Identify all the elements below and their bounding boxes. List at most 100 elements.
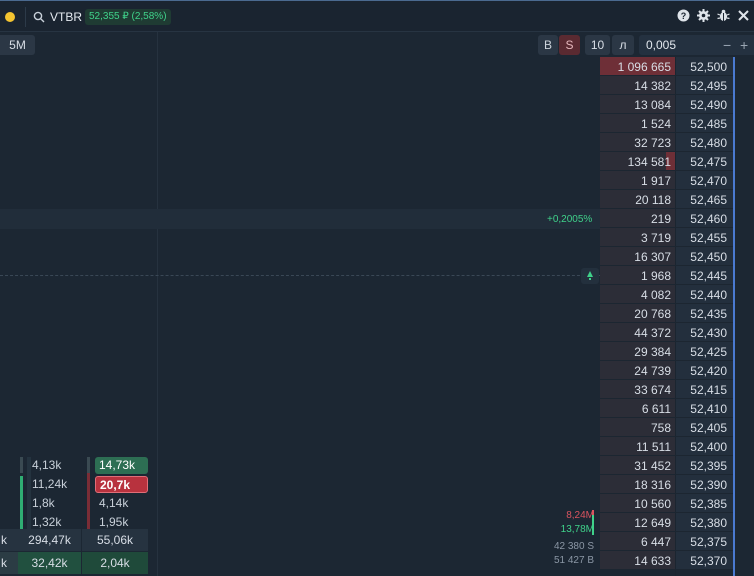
orderbook-row[interactable]: 33 674 52,415 xyxy=(600,380,754,399)
volume-cell[interactable]: 6 447 xyxy=(600,532,675,551)
price-step-value[interactable]: 0,005 xyxy=(646,38,676,52)
ticker-symbol[interactable]: VTBR xyxy=(50,10,82,24)
volume-cell[interactable]: 20 768 xyxy=(600,304,675,323)
help-icon[interactable]: ? xyxy=(677,9,690,22)
price-cell[interactable]: 52,385 xyxy=(676,494,734,513)
orderbook-row[interactable]: 44 372 52,430 xyxy=(600,323,754,342)
step-decrease-button[interactable]: − xyxy=(723,35,731,55)
volume-cell[interactable]: 219 xyxy=(600,209,675,228)
price-cell[interactable]: 52,470 xyxy=(676,171,734,190)
orderbook-row[interactable]: 11 511 52,400 xyxy=(600,437,754,456)
volume-cell[interactable]: 134 581 xyxy=(600,152,675,171)
cluster-cell[interactable]: 14,73k xyxy=(95,457,148,474)
orderbook-row[interactable]: 20 768 52,435 xyxy=(600,304,754,323)
search-icon[interactable] xyxy=(33,11,45,23)
price-cell[interactable]: 52,475 xyxy=(676,152,734,171)
orderbook-row[interactable]: 219 52,460 xyxy=(600,209,754,228)
price-cell[interactable]: 52,490 xyxy=(676,95,734,114)
volume-cell[interactable]: 1 968 xyxy=(600,266,675,285)
cluster-cell[interactable]: 20,7k xyxy=(95,476,148,493)
orderbook-row[interactable]: 134 581 52,475 xyxy=(600,152,754,171)
orderbook-row[interactable]: 1 096 665 52,500 xyxy=(600,57,754,76)
price-cell[interactable]: 52,440 xyxy=(676,285,734,304)
cluster-cell[interactable]: 4,13k xyxy=(32,457,82,474)
sell-mode-button[interactable]: S xyxy=(559,35,580,55)
orderbook-row[interactable]: 31 452 52,395 xyxy=(600,456,754,475)
price-cell[interactable]: 52,500 xyxy=(676,57,734,76)
orderbook-row[interactable]: 14 382 52,495 xyxy=(600,76,754,95)
volume-cell[interactable]: 18 316 xyxy=(600,475,675,494)
volume-cell[interactable]: 11 511 xyxy=(600,437,675,456)
orderbook-row[interactable]: 12 649 52,380 xyxy=(600,513,754,532)
volume-cell[interactable]: 4 082 xyxy=(600,285,675,304)
volume-cell[interactable]: 13 084 xyxy=(600,95,675,114)
timeframe-button[interactable]: 5M xyxy=(0,35,35,55)
price-cell[interactable]: 52,445 xyxy=(676,266,734,285)
volume-cell[interactable]: 16 307 xyxy=(600,247,675,266)
price-cell[interactable]: 52,420 xyxy=(676,361,734,380)
volume-cell[interactable]: 32 723 xyxy=(600,133,675,152)
price-cell[interactable]: 52,460 xyxy=(676,209,734,228)
lot-size-button[interactable]: 10 xyxy=(585,35,610,55)
volume-cell[interactable]: 6 611 xyxy=(600,399,675,418)
volume-cell[interactable]: 44 372 xyxy=(600,323,675,342)
volume-cell[interactable]: 29 384 xyxy=(600,342,675,361)
bug-icon[interactable] xyxy=(717,9,730,22)
orderbook-row[interactable]: 20 118 52,465 xyxy=(600,190,754,209)
orderbook-row[interactable]: 3 719 52,455 xyxy=(600,228,754,247)
orderbook-row[interactable]: 24 739 52,420 xyxy=(600,361,754,380)
price-step-field[interactable]: 0,005 − + xyxy=(639,35,754,55)
price-cell[interactable]: 52,480 xyxy=(676,133,734,152)
volume-cell[interactable]: 3 719 xyxy=(600,228,675,247)
volume-cell[interactable]: 20 118 xyxy=(600,190,675,209)
price-cell[interactable]: 52,415 xyxy=(676,380,734,399)
orderbook-row[interactable]: 13 084 52,490 xyxy=(600,95,754,114)
orderbook-row[interactable]: 29 384 52,425 xyxy=(600,342,754,361)
close-icon[interactable] xyxy=(737,9,750,22)
orderbook-row[interactable]: 1 524 52,485 xyxy=(600,114,754,133)
status-dot[interactable] xyxy=(5,12,15,22)
price-cell[interactable]: 52,495 xyxy=(676,76,734,95)
lot-unit-button[interactable]: л xyxy=(612,35,634,55)
price-cell[interactable]: 52,410 xyxy=(676,399,734,418)
cluster-cell[interactable]: 4,14k xyxy=(95,495,148,512)
orderbook-row[interactable]: 6 611 52,410 xyxy=(600,399,754,418)
volume-cell[interactable]: 31 452 xyxy=(600,456,675,475)
price-cell[interactable]: 52,405 xyxy=(676,418,734,437)
price-cell[interactable]: 52,430 xyxy=(676,323,734,342)
price-cell[interactable]: 52,400 xyxy=(676,437,734,456)
volume-cell[interactable]: 1 524 xyxy=(600,114,675,133)
price-cell[interactable]: 52,435 xyxy=(676,304,734,323)
orderbook-row[interactable]: 32 723 52,480 xyxy=(600,133,754,152)
alert-button[interactable] xyxy=(581,268,599,284)
volume-cell[interactable]: 14 633 xyxy=(600,551,675,570)
orderbook-row[interactable]: 14 633 52,370 xyxy=(600,551,754,570)
cluster-cell[interactable]: 11,24k xyxy=(32,476,82,493)
orderbook-row[interactable]: 10 560 52,385 xyxy=(600,494,754,513)
orderbook-row[interactable]: 1 968 52,445 xyxy=(600,266,754,285)
price-cell[interactable]: 52,455 xyxy=(676,228,734,247)
orderbook-row[interactable]: 758 52,405 xyxy=(600,418,754,437)
price-cell[interactable]: 52,390 xyxy=(676,475,734,494)
cluster-cell[interactable]: 1,8k xyxy=(32,495,82,512)
volume-cell[interactable]: 33 674 xyxy=(600,380,675,399)
price-cell[interactable]: 52,380 xyxy=(676,513,734,532)
price-cell[interactable]: 52,465 xyxy=(676,190,734,209)
orderbook-row[interactable]: 16 307 52,450 xyxy=(600,247,754,266)
price-cell[interactable]: 52,370 xyxy=(676,551,734,570)
volume-cell[interactable]: 12 649 xyxy=(600,513,675,532)
volume-cell[interactable]: 24 739 xyxy=(600,361,675,380)
price-cell[interactable]: 52,485 xyxy=(676,114,734,133)
orderbook-row[interactable]: 1 917 52,470 xyxy=(600,171,754,190)
volume-cell[interactable]: 758 xyxy=(600,418,675,437)
price-cell[interactable]: 52,425 xyxy=(676,342,734,361)
volume-cell[interactable]: 10 560 xyxy=(600,494,675,513)
orderbook-row[interactable]: 18 316 52,390 xyxy=(600,475,754,494)
gear-icon[interactable] xyxy=(697,9,710,22)
volume-cell[interactable]: 1 096 665 xyxy=(600,57,675,76)
price-cell[interactable]: 52,395 xyxy=(676,456,734,475)
step-increase-button[interactable]: + xyxy=(740,35,748,55)
volume-cell[interactable]: 1 917 xyxy=(600,171,675,190)
buy-mode-button[interactable]: B xyxy=(538,35,558,55)
volume-cell[interactable]: 14 382 xyxy=(600,76,675,95)
